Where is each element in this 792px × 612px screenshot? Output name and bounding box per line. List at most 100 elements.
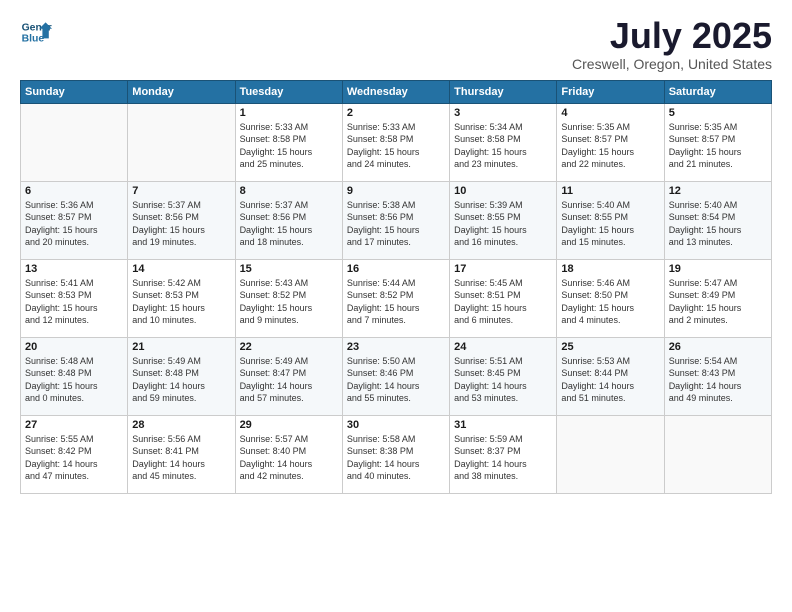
day-cell-11: 10 Sunrise: 5:39 AM Sunset: 8:55 PM Dayli…	[450, 181, 557, 259]
day-info: Sunrise: 5:43 AM Sunset: 8:52 PM Dayligh…	[240, 277, 338, 327]
day-number: 19	[669, 263, 767, 275]
day-info: Sunrise: 5:50 AM Sunset: 8:46 PM Dayligh…	[347, 355, 445, 405]
day-number: 24	[454, 341, 552, 353]
col-friday: Friday	[557, 80, 664, 103]
col-saturday: Saturday	[664, 80, 771, 103]
day-cell-21: 20Sunrise: 5:48 AM Sunset: 8:48 PM Dayli…	[21, 337, 128, 415]
logo: General Blue	[20, 16, 52, 48]
day-cell-8: 7 Sunrise: 5:37 AM Sunset: 8:56 PM Daylig…	[128, 181, 235, 259]
day-cell-3: 2Sunrise: 5:33 AM Sunset: 8:58 PM Daylig…	[342, 103, 449, 181]
day-cell-30: 29Sunrise: 5:57 AM Sunset: 8:40 PM Dayli…	[235, 415, 342, 493]
day-cell-12: 11 Sunrise: 5:40 AM Sunset: 8:55 PM Dayli…	[557, 181, 664, 259]
day-info: Sunrise: 5:41 AM Sunset: 8:53 PM Dayligh…	[25, 277, 123, 327]
day-info: Sunrise: 5:48 AM Sunset: 8:48 PM Dayligh…	[25, 355, 123, 405]
day-info: Sunrise: 5:37 AM Sunset: 8:56 PM Dayligh…	[240, 199, 338, 249]
day-cell-1	[128, 103, 235, 181]
col-wednesday: Wednesday	[342, 80, 449, 103]
day-number: 28	[132, 419, 230, 431]
day-number: 9	[347, 185, 445, 197]
day-info: Sunrise: 5:35 AM Sunset: 8:57 PM Dayligh…	[561, 121, 659, 171]
day-number: 7	[132, 185, 230, 197]
day-cell-33	[557, 415, 664, 493]
week-row-3: 13 Sunrise: 5:41 AM Sunset: 8:53 PM Dayli…	[21, 259, 772, 337]
header-row: Sunday Monday Tuesday Wednesday Thursday…	[21, 80, 772, 103]
day-number: 11	[561, 185, 659, 197]
day-number: 1	[240, 107, 338, 119]
day-info: Sunrise: 5:35 AM Sunset: 8:57 PM Dayligh…	[669, 121, 767, 171]
day-number: 12	[669, 185, 767, 197]
day-info: Sunrise: 5:39 AM Sunset: 8:55 PM Dayligh…	[454, 199, 552, 249]
day-info: Sunrise: 5:54 AM Sunset: 8:43 PM Dayligh…	[669, 355, 767, 405]
day-info: Sunrise: 5:40 AM Sunset: 8:55 PM Dayligh…	[561, 199, 659, 249]
day-number: 15	[240, 263, 338, 275]
day-info: Sunrise: 5:58 AM Sunset: 8:38 PM Dayligh…	[347, 433, 445, 483]
day-cell-13: 12 Sunrise: 5:40 AM Sunset: 8:54 PM Dayli…	[664, 181, 771, 259]
day-info: Sunrise: 5:59 AM Sunset: 8:37 PM Dayligh…	[454, 433, 552, 483]
day-number: 16	[347, 263, 445, 275]
day-info: Sunrise: 5:42 AM Sunset: 8:53 PM Dayligh…	[132, 277, 230, 327]
day-info: Sunrise: 5:37 AM Sunset: 8:56 PM Dayligh…	[132, 199, 230, 249]
title-block: July 2025 Creswell, Oregon, United State…	[572, 16, 772, 72]
day-info: Sunrise: 5:49 AM Sunset: 8:47 PM Dayligh…	[240, 355, 338, 405]
day-info: Sunrise: 5:38 AM Sunset: 8:56 PM Dayligh…	[347, 199, 445, 249]
day-cell-9: 8 Sunrise: 5:37 AM Sunset: 8:56 PM Daylig…	[235, 181, 342, 259]
day-number: 30	[347, 419, 445, 431]
day-cell-22: 21Sunrise: 5:49 AM Sunset: 8:48 PM Dayli…	[128, 337, 235, 415]
svg-text:Blue: Blue	[22, 34, 45, 45]
day-number: 14	[132, 263, 230, 275]
day-cell-20: 19 Sunrise: 5:47 AM Sunset: 8:49 PM Dayli…	[664, 259, 771, 337]
day-cell-31: 30 Sunrise: 5:58 AM Sunset: 8:38 PM Dayli…	[342, 415, 449, 493]
header: General Blue July 2025 Creswell, Oregon,…	[20, 16, 772, 72]
day-cell-27: 26Sunrise: 5:54 AM Sunset: 8:43 PM Dayli…	[664, 337, 771, 415]
day-info: Sunrise: 5:40 AM Sunset: 8:54 PM Dayligh…	[669, 199, 767, 249]
day-cell-17: 16Sunrise: 5:44 AM Sunset: 8:52 PM Dayli…	[342, 259, 449, 337]
day-cell-7: 6 Sunrise: 5:36 AM Sunset: 8:57 PM Daylig…	[21, 181, 128, 259]
col-tuesday: Tuesday	[235, 80, 342, 103]
day-number: 6	[25, 185, 123, 197]
main-title: July 2025	[572, 16, 772, 56]
week-row-5: 27Sunrise: 5:55 AM Sunset: 8:42 PM Dayli…	[21, 415, 772, 493]
col-monday: Monday	[128, 80, 235, 103]
day-number: 23	[347, 341, 445, 353]
calendar-body: 1 Sunrise: 5:33 AM Sunset: 8:58 PM Daylig…	[21, 103, 772, 493]
day-cell-16: 15 Sunrise: 5:43 AM Sunset: 8:52 PM Dayli…	[235, 259, 342, 337]
day-cell-25: 24 Sunrise: 5:51 AM Sunset: 8:45 PM Dayli…	[450, 337, 557, 415]
day-cell-32: 31Sunrise: 5:59 AM Sunset: 8:37 PM Dayli…	[450, 415, 557, 493]
day-cell-4: 3Sunrise: 5:34 AM Sunset: 8:58 PM Daylig…	[450, 103, 557, 181]
day-info: Sunrise: 5:33 AM Sunset: 8:58 PM Dayligh…	[347, 121, 445, 171]
day-cell-0	[21, 103, 128, 181]
day-info: Sunrise: 5:34 AM Sunset: 8:58 PM Dayligh…	[454, 121, 552, 171]
week-row-2: 6 Sunrise: 5:36 AM Sunset: 8:57 PM Daylig…	[21, 181, 772, 259]
day-info: Sunrise: 5:46 AM Sunset: 8:50 PM Dayligh…	[561, 277, 659, 327]
day-cell-14: 13 Sunrise: 5:41 AM Sunset: 8:53 PM Dayli…	[21, 259, 128, 337]
day-number: 4	[561, 107, 659, 119]
day-number: 13	[25, 263, 123, 275]
calendar-table: Sunday Monday Tuesday Wednesday Thursday…	[20, 80, 772, 494]
day-number: 17	[454, 263, 552, 275]
day-cell-2: 1Sunrise: 5:33 AM Sunset: 8:58 PM Daylig…	[235, 103, 342, 181]
day-number: 8	[240, 185, 338, 197]
day-info: Sunrise: 5:47 AM Sunset: 8:49 PM Dayligh…	[669, 277, 767, 327]
day-number: 22	[240, 341, 338, 353]
day-number: 18	[561, 263, 659, 275]
day-cell-29: 28Sunrise: 5:56 AM Sunset: 8:41 PM Dayli…	[128, 415, 235, 493]
day-cell-24: 23 Sunrise: 5:50 AM Sunset: 8:46 PM Dayli…	[342, 337, 449, 415]
day-info: Sunrise: 5:36 AM Sunset: 8:57 PM Dayligh…	[25, 199, 123, 249]
col-sunday: Sunday	[21, 80, 128, 103]
day-info: Sunrise: 5:51 AM Sunset: 8:45 PM Dayligh…	[454, 355, 552, 405]
day-number: 27	[25, 419, 123, 431]
day-cell-10: 9 Sunrise: 5:38 AM Sunset: 8:56 PM Daylig…	[342, 181, 449, 259]
week-row-4: 20Sunrise: 5:48 AM Sunset: 8:48 PM Dayli…	[21, 337, 772, 415]
calendar-header: Sunday Monday Tuesday Wednesday Thursday…	[21, 80, 772, 103]
day-cell-18: 17Sunrise: 5:45 AM Sunset: 8:51 PM Dayli…	[450, 259, 557, 337]
week-row-1: 1 Sunrise: 5:33 AM Sunset: 8:58 PM Daylig…	[21, 103, 772, 181]
day-number: 10	[454, 185, 552, 197]
day-number: 25	[561, 341, 659, 353]
day-number: 21	[132, 341, 230, 353]
col-thursday: Thursday	[450, 80, 557, 103]
day-info: Sunrise: 5:53 AM Sunset: 8:44 PM Dayligh…	[561, 355, 659, 405]
day-cell-34	[664, 415, 771, 493]
day-cell-28: 27Sunrise: 5:55 AM Sunset: 8:42 PM Dayli…	[21, 415, 128, 493]
day-cell-26: 25 Sunrise: 5:53 AM Sunset: 8:44 PM Dayli…	[557, 337, 664, 415]
day-number: 29	[240, 419, 338, 431]
